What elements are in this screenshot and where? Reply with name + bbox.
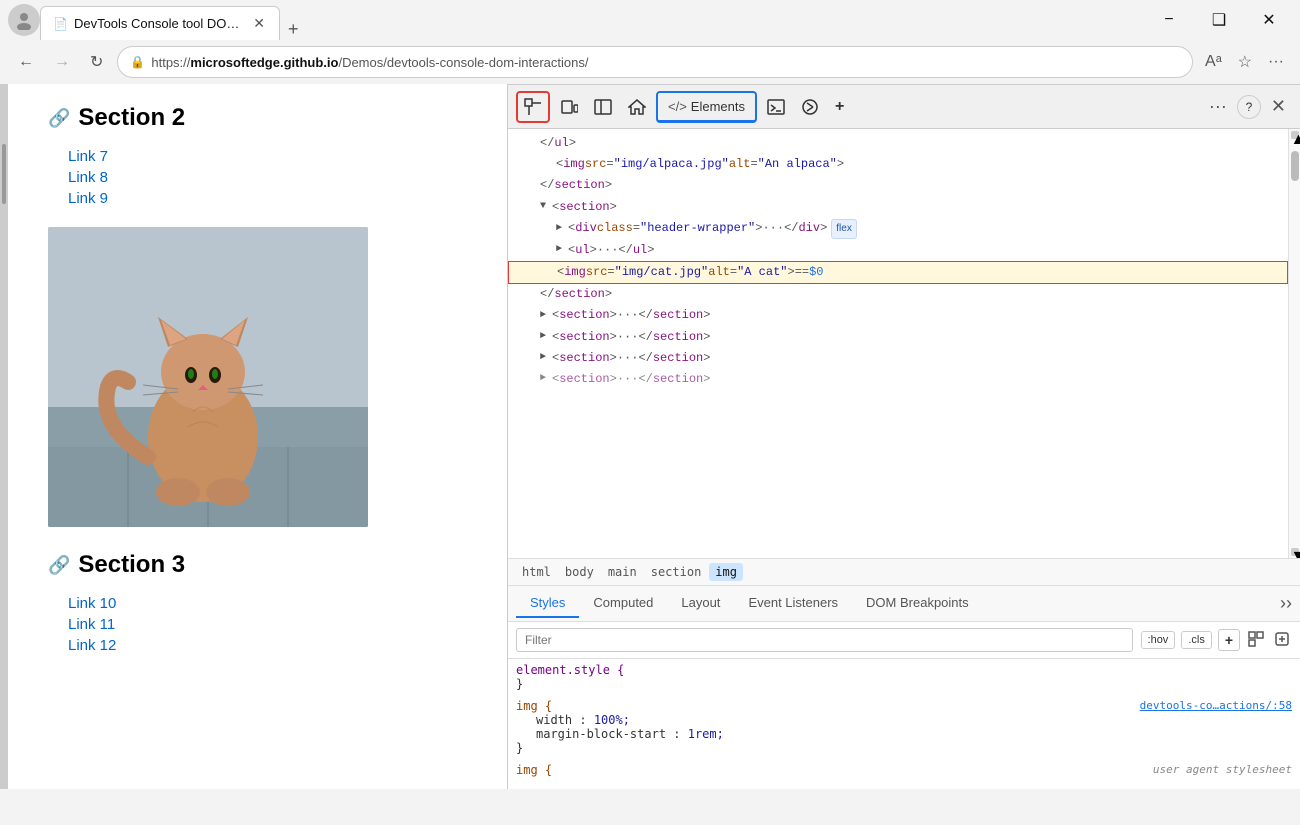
forward-button[interactable]: → xyxy=(48,49,76,75)
link-8[interactable]: Link 8 xyxy=(68,169,467,186)
device-emulation-button[interactable] xyxy=(554,91,584,123)
hover-filter-button[interactable]: :hov xyxy=(1141,631,1176,649)
debugger-button[interactable] xyxy=(795,91,825,123)
url-text: https://microsoftedge.github.io/Demos/de… xyxy=(151,55,1180,70)
elements-panel-button[interactable]: </> Elements xyxy=(656,91,757,123)
element-style-selector: element.style { xyxy=(516,663,624,677)
devtools-more-button[interactable]: ··· xyxy=(1203,92,1233,121)
dom-line-section-3[interactable]: ► <section> ··· </section> xyxy=(508,348,1288,369)
read-aloud-button[interactable]: Aᵃ xyxy=(1201,49,1226,75)
profile-icon xyxy=(8,4,40,36)
link-11[interactable]: Link 11 xyxy=(68,616,467,633)
section3-links: Link 10 Link 11 Link 12 xyxy=(68,595,467,654)
devtools-panel: </> Elements + ··· ? ✕ </ul> xyxy=(508,84,1300,789)
css-rules: element.style { } img { devtools-co…acti… xyxy=(508,659,1300,789)
devtools-close-button[interactable]: ✕ xyxy=(1265,92,1292,121)
dom-line-section-close-2[interactable]: </section> xyxy=(508,284,1288,305)
url-bar[interactable]: 🔒 https://microsoftedge.github.io/Demos/… xyxy=(117,46,1193,78)
browser-tab[interactable]: 📄 DevTools Console tool DOM inte ✕ xyxy=(40,6,280,40)
dom-line-img-alpaca[interactable]: <img src="img/alpaca.jpg" alt="An alpaca… xyxy=(508,154,1288,175)
dom-line-section-2[interactable]: ► <section> ··· </section> xyxy=(508,327,1288,348)
devtools-toolbar: </> Elements + ··· ? ✕ xyxy=(508,85,1300,129)
home-button[interactable] xyxy=(622,91,652,123)
css-value-margin: 1rem; xyxy=(688,727,724,741)
dom-line-section-close-1[interactable]: </section> xyxy=(508,175,1288,196)
styles-more-button[interactable]: ›› xyxy=(1280,593,1292,614)
breadcrumb-html[interactable]: html xyxy=(516,563,557,581)
toggle-changes-button[interactable] xyxy=(1272,629,1292,652)
dom-line-div-header[interactable]: ► <div class="header-wrapper"> ··· </div… xyxy=(508,218,1288,240)
img-selector: img { xyxy=(516,699,552,713)
img-ua-selector: img { xyxy=(516,763,552,777)
tab-event-listeners[interactable]: Event Listeners xyxy=(734,589,852,618)
more-button[interactable]: ··· xyxy=(1264,49,1288,75)
styles-filter-input[interactable] xyxy=(516,628,1133,652)
link-10[interactable]: Link 10 xyxy=(68,595,467,612)
add-class-button[interactable]: + xyxy=(1218,629,1240,651)
computed-sidebar-button[interactable] xyxy=(1246,629,1266,652)
dom-line-ul[interactable]: ► <ul> ··· </ul> xyxy=(508,240,1288,261)
css-rule-img-ua: img { user agent stylesheet xyxy=(516,763,1292,777)
elements-label: Elements xyxy=(691,99,745,114)
tab-icon: 📄 xyxy=(53,17,68,31)
dom-line-img-cat[interactable]: <img src="img/cat.jpg" alt="A cat"> == $… xyxy=(508,261,1288,284)
cat-image xyxy=(48,227,368,527)
new-tab-button[interactable]: + xyxy=(280,19,307,40)
link-12[interactable]: Link 12 xyxy=(68,637,467,654)
tab-computed[interactable]: Computed xyxy=(579,589,667,618)
css-source-link[interactable]: devtools-co…actions/:58 xyxy=(1140,699,1292,712)
link-9[interactable]: Link 9 xyxy=(68,190,467,207)
tab-styles[interactable]: Styles xyxy=(516,589,579,618)
tab-close-button[interactable]: ✕ xyxy=(251,13,267,34)
section2-links: Link 7 Link 8 Link 9 xyxy=(68,148,467,207)
breadcrumb-img[interactable]: img xyxy=(709,563,743,581)
breadcrumb-body[interactable]: body xyxy=(559,563,600,581)
dom-line-section-1[interactable]: ► <section> ··· </section> xyxy=(508,305,1288,326)
css-prop-margin: margin-block-start xyxy=(536,727,666,741)
close-window-button[interactable]: ✕ xyxy=(1246,4,1292,36)
link-7[interactable]: Link 7 xyxy=(68,148,467,165)
lock-icon: 🔒 xyxy=(130,55,145,69)
dom-line-ul-close[interactable]: </ul> xyxy=(508,133,1288,154)
webpage-panel: 🔗 Section 2 Link 7 Link 8 Link 9 xyxy=(8,84,508,789)
restore-button[interactable]: ❑ xyxy=(1196,4,1242,36)
tab-dom-breakpoints[interactable]: DOM Breakpoints xyxy=(852,589,983,618)
section3-heading: 🔗 Section 3 xyxy=(48,551,467,579)
section2-heading: 🔗 Section 2 xyxy=(48,104,467,132)
filter-bar: :hov .cls + xyxy=(508,622,1300,659)
anchor-icon: 🔗 xyxy=(48,108,70,129)
tab-layout[interactable]: Layout xyxy=(667,589,734,618)
css-value-width: 100%; xyxy=(594,713,630,727)
tab-title: DevTools Console tool DOM inte xyxy=(74,16,245,31)
css-rule-img: img { devtools-co…actions/:58 width : 10… xyxy=(516,699,1292,755)
refresh-button[interactable]: ↻ xyxy=(84,48,109,76)
css-prop-width: width xyxy=(536,713,572,727)
inspect-element-button[interactable] xyxy=(516,91,550,123)
add-tool-button[interactable]: + xyxy=(829,91,850,123)
dom-tree: </ul> <img src="img/alpaca.jpg" alt="An … xyxy=(508,129,1288,558)
favorites-button[interactable]: ☆ xyxy=(1234,48,1256,76)
dom-line-section-4[interactable]: ► <section> ··· </section> xyxy=(508,369,1288,390)
sidebar-button[interactable] xyxy=(588,91,618,123)
css-rule-element-style: element.style { } xyxy=(516,663,1292,691)
devtools-help-button[interactable]: ? xyxy=(1237,95,1261,119)
console-button[interactable] xyxy=(761,91,791,123)
breadcrumb-bar: html body main section img xyxy=(508,558,1300,586)
user-agent-label: user agent stylesheet xyxy=(1153,763,1292,776)
back-button[interactable]: ← xyxy=(12,49,40,75)
breadcrumb-main[interactable]: main xyxy=(602,563,643,581)
cls-filter-button[interactable]: .cls xyxy=(1181,631,1212,649)
breadcrumb-section[interactable]: section xyxy=(645,563,708,581)
minimize-button[interactable]: − xyxy=(1146,4,1192,36)
anchor-icon-3: 🔗 xyxy=(48,555,70,576)
dom-line-section-open[interactable]: ▼ <section> xyxy=(508,197,1288,218)
styles-tabs: Styles Computed Layout Event Listeners D… xyxy=(508,586,1300,622)
